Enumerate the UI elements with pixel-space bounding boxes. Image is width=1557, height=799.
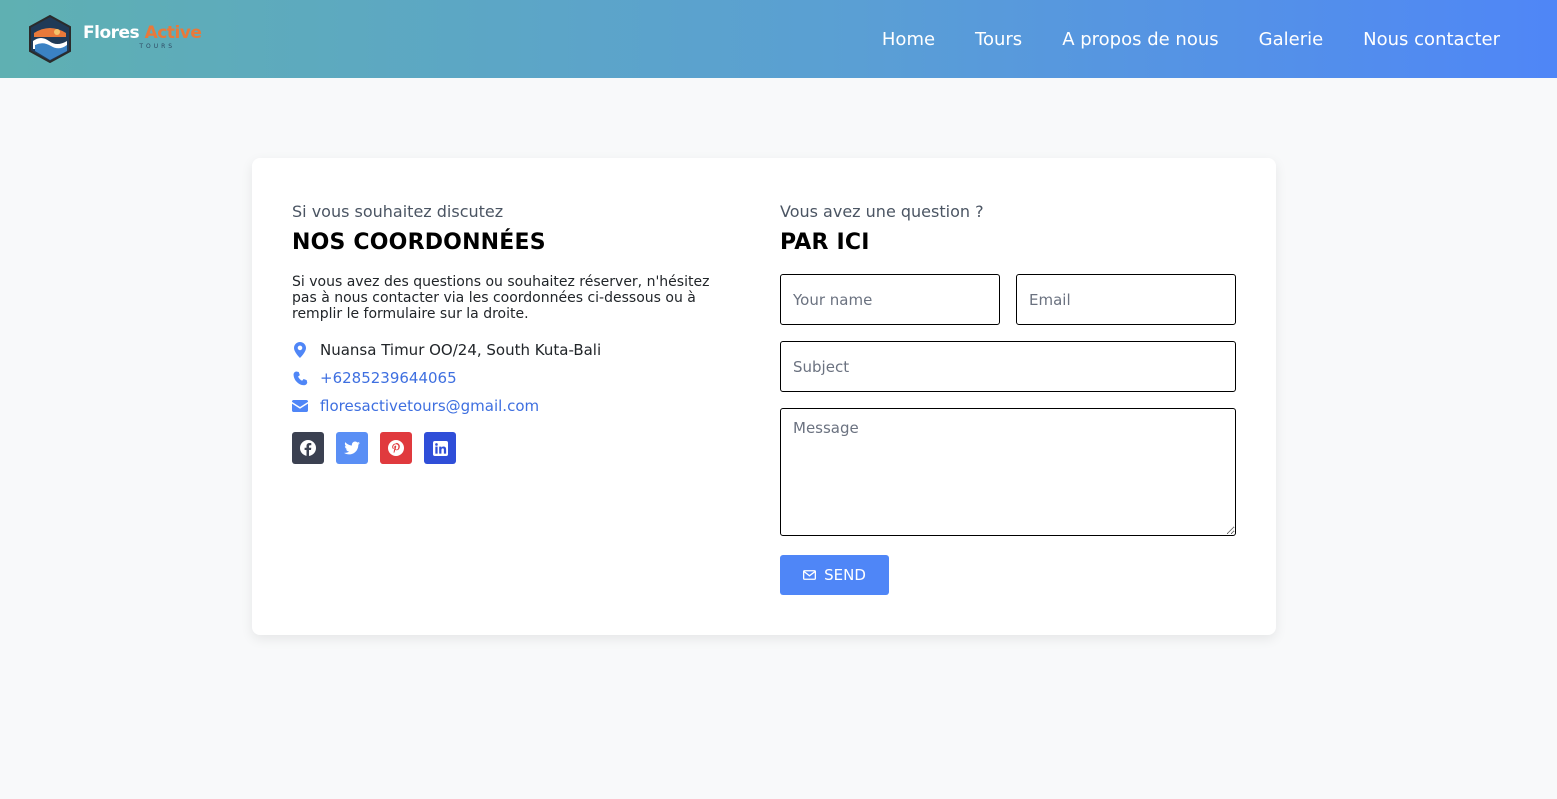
contact-info-column: Si vous souhaitez discutez NOS COORDONNÉ… bbox=[292, 202, 732, 464]
twitter-button[interactable] bbox=[336, 432, 368, 464]
nav-home[interactable]: Home bbox=[882, 29, 935, 50]
navbar: Flores Active TOURS Home Tours A propos … bbox=[0, 0, 1557, 78]
nav-contact[interactable]: Nous contacter bbox=[1363, 29, 1500, 50]
address-row: Nuansa Timur OO/24, South Kuta-Bali bbox=[292, 336, 732, 364]
linkedin-button[interactable] bbox=[424, 432, 456, 464]
brand-tagline: TOURS bbox=[139, 43, 176, 50]
subject-input[interactable] bbox=[780, 341, 1236, 392]
location-pin-icon bbox=[292, 342, 308, 358]
name-email-row bbox=[780, 274, 1236, 325]
send-button[interactable]: SEND bbox=[780, 555, 889, 595]
name-input[interactable] bbox=[780, 274, 1000, 325]
brand-logo[interactable]: Flores Active TOURS bbox=[27, 14, 202, 64]
pinterest-button[interactable] bbox=[380, 432, 412, 464]
phone-row: +6285239644065 bbox=[292, 364, 732, 392]
contact-form: Vous avez une question ? PAR ICI SEND bbox=[780, 202, 1236, 595]
contact-info-list: Nuansa Timur OO/24, South Kuta-Bali +628… bbox=[292, 336, 732, 420]
phone-icon bbox=[292, 370, 308, 386]
nav-gallery[interactable]: Galerie bbox=[1259, 29, 1324, 50]
contact-card: Si vous souhaitez discutez NOS COORDONNÉ… bbox=[252, 158, 1276, 635]
facebook-button[interactable] bbox=[292, 432, 324, 464]
nav-tours[interactable]: Tours bbox=[975, 29, 1022, 50]
email-input[interactable] bbox=[1016, 274, 1236, 325]
email-link[interactable]: floresactivetours@gmail.com bbox=[320, 397, 539, 415]
envelope-icon bbox=[292, 398, 308, 414]
envelope-icon bbox=[803, 570, 817, 580]
phone-link[interactable]: +6285239644065 bbox=[320, 369, 457, 387]
pinterest-icon bbox=[388, 440, 404, 456]
facebook-icon bbox=[300, 440, 316, 456]
email-row: floresactivetours@gmail.com bbox=[292, 392, 732, 420]
linkedin-icon bbox=[432, 440, 448, 456]
brand-name-part1: Flores bbox=[83, 23, 140, 43]
address-text: Nuansa Timur OO/24, South Kuta-Bali bbox=[320, 341, 602, 359]
send-label: SEND bbox=[824, 566, 866, 584]
twitter-icon bbox=[344, 441, 360, 455]
form-heading: PAR ICI bbox=[780, 230, 870, 255]
main-nav: Home Tours A propos de nous Galerie Nous… bbox=[882, 0, 1500, 78]
message-textarea[interactable] bbox=[780, 408, 1236, 536]
form-eyebrow: Vous avez une question ? bbox=[780, 202, 984, 221]
brand-name-part2: Active bbox=[144, 23, 202, 43]
brand-wordmark: Flores Active TOURS bbox=[83, 19, 202, 59]
contact-heading: NOS COORDONNÉES bbox=[292, 230, 546, 255]
social-links bbox=[292, 432, 732, 464]
contact-description: Si vous avez des questions ou souhaitez … bbox=[292, 274, 710, 322]
logo-badge-icon bbox=[29, 15, 71, 63]
nav-about[interactable]: A propos de nous bbox=[1062, 29, 1218, 50]
contact-eyebrow: Si vous souhaitez discutez bbox=[292, 202, 504, 221]
